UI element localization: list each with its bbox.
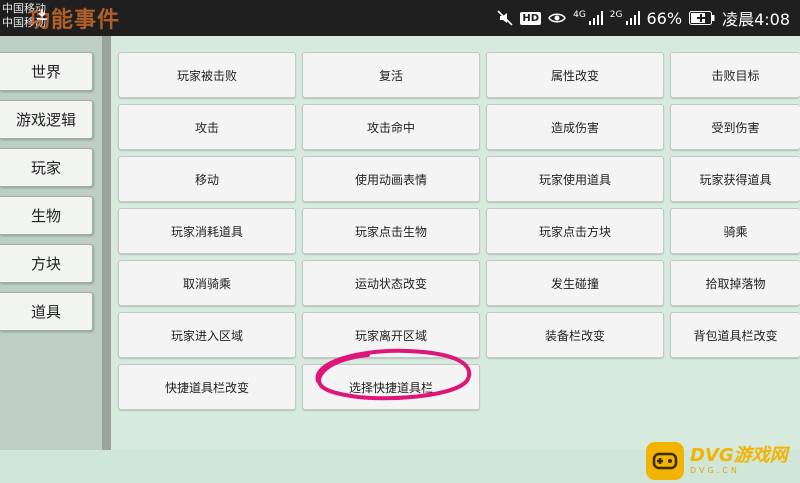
event-button[interactable]: 选择快捷道具栏 [302, 364, 480, 410]
event-button-label: 发生碰撞 [550, 276, 599, 291]
event-button-label: 攻击 [194, 120, 219, 135]
event-button[interactable]: 复活 [302, 52, 480, 98]
event-button-label: 装备栏改变 [544, 328, 605, 343]
event-button[interactable]: 玩家使用道具 [486, 156, 664, 202]
event-button-label: 复活 [378, 68, 403, 83]
clock: 凌晨4:08 [722, 10, 790, 29]
signal-icon-2 [625, 11, 640, 25]
event-button-label: 击败目标 [711, 68, 760, 83]
event-button-label: 骑乘 [723, 224, 748, 239]
watermark-sub: DVG.CN [690, 466, 740, 475]
event-button[interactable]: 玩家被击败 [118, 52, 296, 98]
event-button-label: 玩家使用道具 [538, 172, 611, 187]
sidebar-item-block[interactable]: 方块 [0, 244, 93, 283]
event-button[interactable]: 使用动画表情 [302, 156, 480, 202]
event-button[interactable]: 攻击命中 [302, 104, 480, 150]
status-bar: 中国移动 中国移动 功能事件 HD 4G 2G 66% 凌晨4:08 [0, 0, 800, 36]
event-button-label: 背包道具栏改变 [693, 328, 778, 343]
event-button-label: 玩家点击生物 [354, 224, 427, 239]
event-button[interactable]: 玩家进入区域 [118, 312, 296, 358]
sidebar-item-label: 玩家 [30, 159, 61, 177]
sidebar-divider [102, 36, 111, 450]
battery-percent: 66% [646, 8, 683, 28]
event-button-label: 造成伤害 [550, 120, 599, 135]
main-area: 世界 游戏逻辑 玩家 生物 方块 道具 玩家被击败 复活 属性改变 击败目标 攻… [0, 36, 800, 480]
event-button-label: 玩家点击方块 [538, 224, 611, 239]
event-button-label: 玩家离开区域 [354, 328, 427, 343]
mute-icon [497, 10, 513, 26]
sidebar-item-item[interactable]: 道具 [0, 292, 93, 331]
battery-charging-icon [689, 11, 715, 25]
eye-icon [548, 13, 566, 23]
event-button[interactable]: 快捷道具栏改变 [118, 364, 296, 410]
sidebar-item-world[interactable]: 世界 [0, 52, 93, 91]
watermark-text: DVG游戏网 DVG.CN [690, 446, 788, 476]
event-button[interactable]: 属性改变 [486, 52, 664, 98]
event-button-label: 选择快捷道具栏 [348, 380, 433, 395]
event-button-label: 受到伤害 [711, 120, 760, 135]
event-button-label: 玩家消耗道具 [170, 224, 243, 239]
watermark-main: DVG游戏网 [690, 445, 788, 466]
network-type-2: 2G [609, 9, 623, 20]
event-button[interactable]: 拾取掉落物 [670, 260, 800, 306]
sidebar-item-label: 世界 [30, 63, 61, 81]
event-button[interactable]: 击败目标 [670, 52, 800, 98]
event-button-label: 玩家被击败 [176, 68, 237, 83]
event-grid: 玩家被击败 复活 属性改变 击败目标 攻击 攻击命中 造成伤害 受到伤害 移动 … [111, 36, 800, 450]
event-button[interactable]: 造成伤害 [486, 104, 664, 150]
event-button[interactable]: 背包道具栏改变 [670, 312, 800, 358]
event-button[interactable]: 攻击 [118, 104, 296, 150]
event-button-label: 玩家获得道具 [699, 172, 772, 187]
event-button[interactable]: 受到伤害 [670, 104, 800, 150]
event-button-label: 玩家进入区域 [170, 328, 243, 343]
network-type-1: 4G [573, 9, 586, 20]
event-button[interactable]: 玩家点击方块 [486, 208, 664, 254]
sidebar-item-game-logic[interactable]: 游戏逻辑 [0, 100, 93, 139]
status-icons: HD 4G 2G 66% 凌晨4:08 [497, 7, 790, 29]
event-button[interactable]: 运动状态改变 [302, 260, 480, 306]
sidebar-item-label: 方块 [30, 255, 61, 273]
event-button-label: 使用动画表情 [354, 172, 427, 187]
sidebar-item-player[interactable]: 玩家 [0, 148, 93, 187]
signal-icon-1 [588, 11, 603, 25]
event-button-label: 快捷道具栏改变 [164, 380, 249, 395]
sidebar-item-label: 道具 [30, 303, 61, 321]
event-button[interactable]: 移动 [118, 156, 296, 202]
event-button-label: 运动状态改变 [354, 276, 427, 291]
sidebar-item-creature[interactable]: 生物 [0, 196, 93, 235]
hd-badge: HD [520, 11, 542, 25]
sidebar-item-label: 生物 [30, 207, 61, 225]
event-button[interactable]: 玩家点击生物 [302, 208, 480, 254]
sidebar-item-label: 游戏逻辑 [15, 111, 76, 129]
event-button[interactable]: 取消骑乘 [118, 260, 296, 306]
category-sidebar: 世界 游戏逻辑 玩家 生物 方块 道具 [0, 36, 102, 450]
event-button-label: 移动 [194, 172, 219, 187]
event-button-label: 拾取掉落物 [705, 276, 766, 291]
event-button-label: 属性改变 [550, 68, 599, 83]
event-button[interactable]: 发生碰撞 [486, 260, 664, 306]
watermark: DVG游戏网 DVG.CN [646, 439, 788, 483]
event-button[interactable]: 骑乘 [670, 208, 800, 254]
event-button-label: 取消骑乘 [182, 276, 231, 291]
event-button[interactable]: 装备栏改变 [486, 312, 664, 358]
event-button-label: 攻击命中 [366, 120, 415, 135]
event-button[interactable]: 玩家消耗道具 [118, 208, 296, 254]
gamepad-icon [646, 442, 684, 480]
event-button[interactable]: 玩家获得道具 [670, 156, 800, 202]
event-button[interactable]: 玩家离开区域 [302, 312, 480, 358]
download-icon [37, 9, 47, 20]
